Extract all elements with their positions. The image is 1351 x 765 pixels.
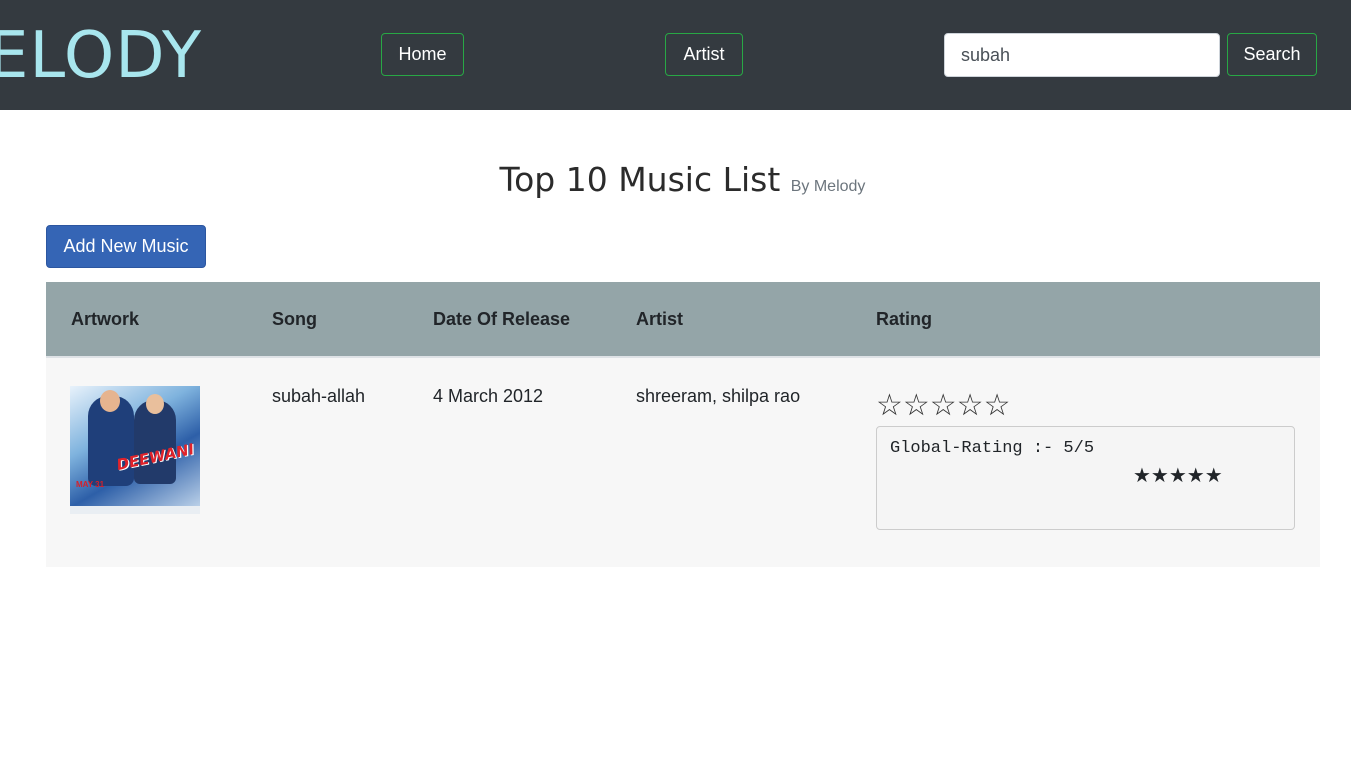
- page-subtitle: By Melody: [790, 178, 866, 195]
- navbar: ELODY Home Artist Search: [0, 0, 1351, 110]
- artwork-face: [146, 394, 164, 414]
- brand-logo[interactable]: ELODY: [0, 18, 202, 94]
- add-new-music-button[interactable]: Add New Music: [46, 225, 206, 268]
- artwork-date-art: MAY 31: [76, 480, 105, 489]
- search-input[interactable]: [944, 33, 1220, 77]
- cell-song: subah-allah: [272, 386, 366, 406]
- search-button[interactable]: Search: [1227, 33, 1317, 76]
- header-rating: Rating: [876, 309, 932, 329]
- cell-artist: shreeram, shilpa rao: [636, 386, 801, 406]
- header-artist: Artist: [636, 309, 684, 329]
- table-row: DEEWANI MAY 31 subah-allah 4 March 2012 …: [46, 358, 1320, 567]
- global-rating-text: Global-Rating :- 5/5: [890, 439, 1095, 458]
- header-song: Song: [272, 309, 317, 329]
- global-rating-stars: ★★★★★: [1133, 463, 1223, 487]
- header-artwork: Artwork: [71, 309, 140, 329]
- user-rating-stars[interactable]: ☆☆☆☆☆: [876, 388, 1010, 423]
- page-title: Top 10 Music List: [499, 160, 781, 199]
- table-header: Artwork Song Date Of Release Artist Rati…: [46, 282, 1320, 358]
- global-rating-box: Global-Rating :- 5/5 ★★★★★: [876, 426, 1295, 530]
- nav-home-button[interactable]: Home: [381, 33, 464, 76]
- artwork-footer: [70, 506, 200, 514]
- cell-date: 4 March 2012: [433, 386, 544, 406]
- nav-artist-button[interactable]: Artist: [665, 33, 743, 76]
- music-table: Artwork Song Date Of Release Artist Rati…: [46, 282, 1320, 567]
- header-date-of-release: Date Of Release: [433, 309, 571, 329]
- page-heading: Top 10 Music List By Melody: [0, 160, 1351, 199]
- artwork-face: [100, 390, 120, 412]
- artwork-image: DEEWANI MAY 31: [70, 386, 200, 514]
